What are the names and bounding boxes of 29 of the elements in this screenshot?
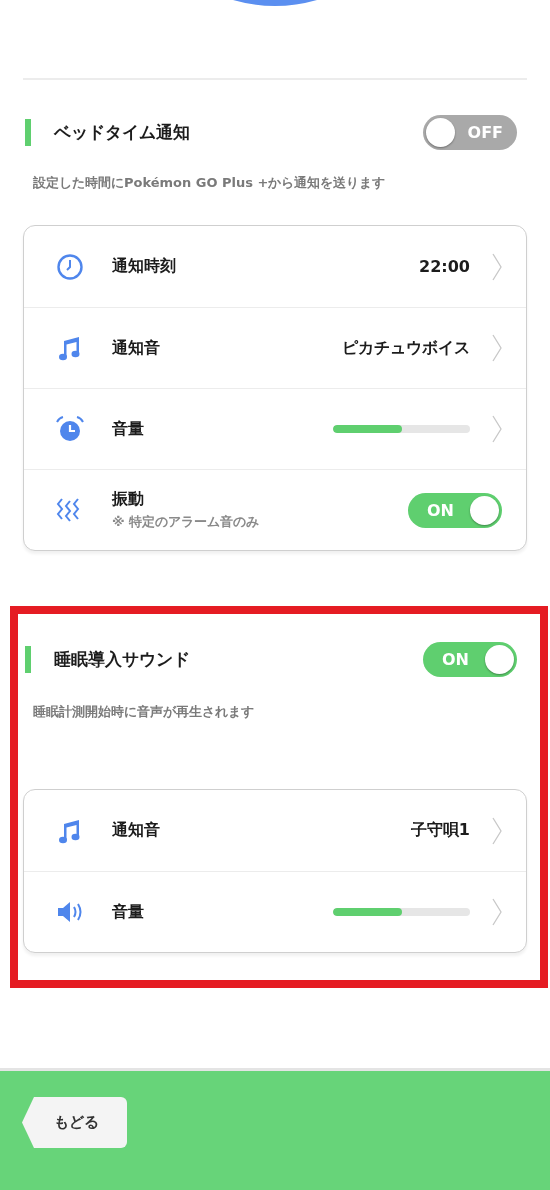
volume-slider[interactable]: [333, 908, 470, 916]
section-title: 睡眠導入サウンド: [54, 647, 191, 671]
row-label: 通知音: [112, 337, 161, 359]
chevron-icon: [492, 252, 502, 281]
accent-bar: [25, 645, 31, 673]
back-button[interactable]: もどる: [22, 1097, 127, 1148]
accent-bar: [25, 118, 31, 146]
row-label: 振動: [112, 489, 145, 510]
volume-slider[interactable]: [333, 425, 470, 433]
section-title: ベッドタイム通知: [54, 120, 191, 144]
toggle-switch[interactable]: ON: [408, 492, 502, 528]
row-value: ピカチュウボイス: [342, 337, 470, 359]
row-label: 音量: [112, 901, 145, 923]
clock-icon: [55, 251, 85, 282]
row-label: 通知音: [112, 820, 161, 841]
chevron-icon: [492, 415, 502, 443]
row-label: 音量: [112, 418, 145, 440]
row-value: 子守唄1: [410, 820, 470, 841]
row-label: 通知時刻: [112, 256, 177, 277]
section-description: 睡眠計測開始時に音声が再生されます: [33, 703, 255, 721]
section-description: 設定した時間にPokémon GO Plus +から通知を送ります: [33, 174, 387, 192]
alarm-clock-icon: [55, 414, 85, 444]
row-value: 22:00: [419, 257, 470, 276]
toggle-switch[interactable]: OFF: [423, 114, 517, 150]
toggle-switch[interactable]: ON: [423, 641, 517, 677]
chevron-icon: [492, 334, 502, 362]
chevron-icon: [492, 898, 502, 926]
chevron-icon: [492, 816, 502, 845]
row-note: ※ 特定のアラーム音のみ: [112, 513, 261, 531]
